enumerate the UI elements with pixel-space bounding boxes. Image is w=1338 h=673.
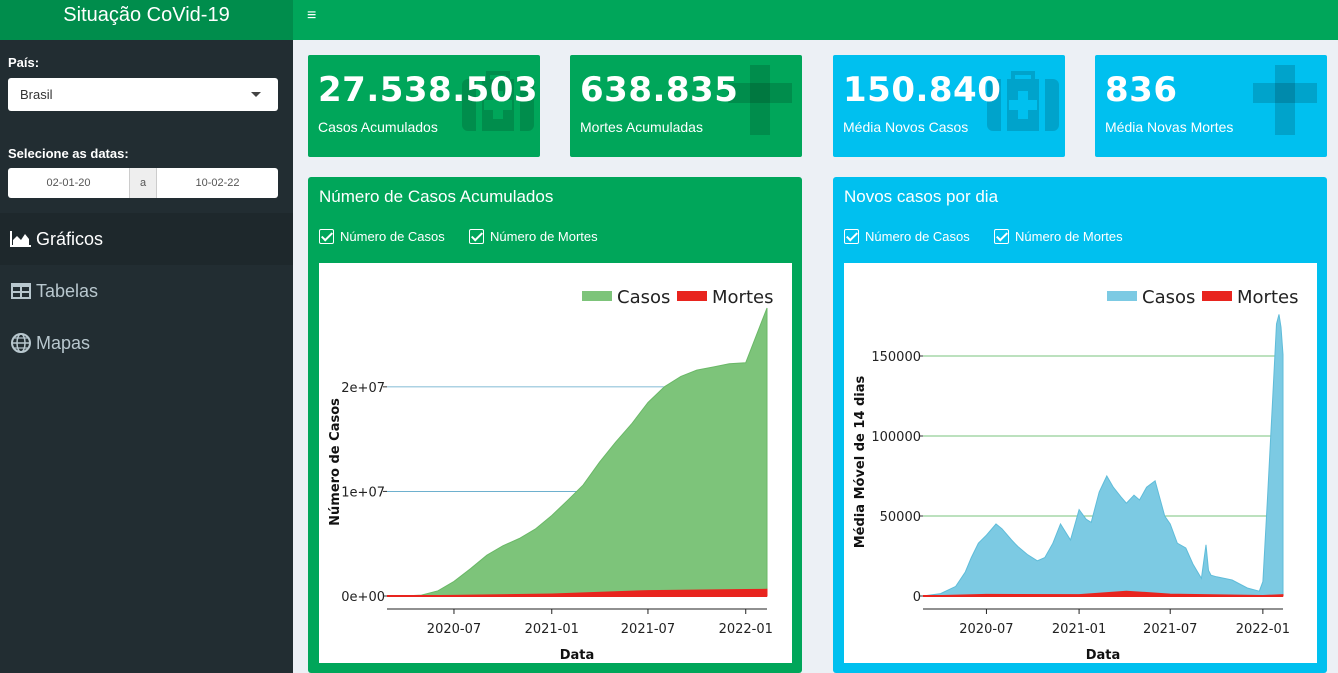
- table-icon: [11, 283, 31, 299]
- checkbox-numero-mortes[interactable]: Número de Mortes: [469, 229, 598, 244]
- value-box-value: 638.835: [580, 70, 739, 110]
- sidebar-item-tabelas[interactable]: Tabelas: [0, 265, 293, 317]
- chart-box-novos-casos: Novos casos por dia Número de Casos Núme…: [833, 177, 1327, 673]
- legend-swatch-casos: [1107, 291, 1137, 301]
- checkbox-checked-icon: [994, 229, 1009, 244]
- sidebar-item-label: Mapas: [36, 333, 91, 353]
- checkbox-label: Número de Mortes: [1015, 229, 1123, 244]
- legend-label-mortes: Mortes: [712, 287, 773, 308]
- value-box-label: Casos Acumulados: [318, 119, 438, 135]
- legend-label-casos: Casos: [1142, 287, 1195, 308]
- sidebar: País: Brasil Selecione as datas: 02-01-2…: [0, 40, 293, 673]
- y-tick-label: 1e+07: [341, 485, 385, 500]
- checkbox-numero-casos[interactable]: Número de Casos: [319, 229, 445, 244]
- value-box-value: 836: [1105, 70, 1178, 110]
- value-box-media-novos-casos: 150.840 Média Novos Casos: [833, 55, 1065, 157]
- value-box-label: Mortes Acumuladas: [580, 119, 703, 135]
- sidebar-item-graficos[interactable]: Gráficos: [0, 213, 293, 265]
- value-box-value: 27.538.503: [318, 70, 539, 110]
- checkbox-numero-casos[interactable]: Número de Casos: [844, 229, 970, 244]
- x-tick-label: 2021-07: [1143, 622, 1197, 637]
- x-tick-label: 2020-07: [427, 622, 481, 637]
- value-box-label: Média Novos Casos: [843, 119, 969, 135]
- hamburger-icon[interactable]: ≡: [307, 7, 316, 25]
- top-navbar: ≡: [293, 0, 1338, 40]
- value-box-media-novas-mortes: 836 Média Novas Mortes: [1095, 55, 1327, 157]
- y-tick-label: 50000: [880, 510, 921, 525]
- checkbox-checked-icon: [844, 229, 859, 244]
- sidebar-item-label: Tabelas: [36, 281, 99, 301]
- x-axis-title: Data: [1086, 648, 1121, 663]
- y-tick-label: 0: [913, 590, 921, 605]
- y-tick-label: 100000: [871, 430, 921, 445]
- globe-icon: [11, 333, 31, 353]
- value-box-casos-acumulados: 27.538.503 Casos Acumulados: [308, 55, 540, 157]
- checkbox-label: Número de Casos: [865, 229, 970, 244]
- chart-plot-casos-acumulados[interactable]: 0e+00 1e+07 2e+07 2020-07 2021-01 2021-07 2022…: [319, 263, 792, 663]
- area-series-casos: [922, 314, 1284, 597]
- chart-box-title: Número de Casos Acumulados: [319, 187, 554, 206]
- value-box-label: Média Novas Mortes: [1105, 119, 1234, 135]
- sidebar-item-label: Gráficos: [36, 229, 104, 249]
- legend-label-mortes: Mortes: [1237, 287, 1298, 308]
- x-tick-label: 2022-01: [719, 622, 773, 637]
- checkbox-checked-icon: [469, 229, 484, 244]
- date-range-input: 02-01-20 a 10-02-22: [8, 168, 278, 198]
- cross-icon: [1253, 65, 1317, 135]
- y-axis-title: Número de Casos: [328, 398, 343, 526]
- x-tick-label: 2021-07: [621, 622, 675, 637]
- legend-label-casos: Casos: [617, 287, 670, 308]
- area-chart-icon: [10, 231, 31, 247]
- x-axis-title: Data: [560, 648, 595, 663]
- country-label: País:: [8, 55, 40, 70]
- chart-svg: 0e+00 1e+07 2e+07 2020-07 2021-01 2021-07 2022…: [328, 287, 773, 663]
- date-separator: a: [129, 168, 157, 198]
- y-tick-label: 0e+00: [341, 590, 385, 605]
- y-tick-label: 2e+07: [341, 381, 385, 396]
- checkbox-label: Número de Casos: [340, 229, 445, 244]
- chart-box-title: Novos casos por dia: [844, 187, 999, 206]
- y-axis-title: Média Móvel de 14 dias: [853, 375, 868, 548]
- sidebar-item-mapas[interactable]: Mapas: [0, 317, 293, 369]
- x-tick-label: 2021-01: [525, 622, 579, 637]
- country-select-value: Brasil: [20, 87, 53, 102]
- legend-swatch-casos: [582, 291, 612, 301]
- checkbox-numero-mortes[interactable]: Número de Mortes: [994, 229, 1123, 244]
- x-tick-label: 2020-07: [959, 622, 1013, 637]
- x-tick-label: 2022-01: [1236, 622, 1290, 637]
- country-select[interactable]: Brasil: [8, 78, 278, 111]
- y-tick-label: 150000: [871, 350, 921, 365]
- area-series-casos: [386, 307, 768, 597]
- dates-label: Selecione as datas:: [8, 146, 129, 161]
- chevron-down-icon: [251, 92, 261, 97]
- date-start-input[interactable]: 02-01-20: [8, 168, 129, 198]
- value-box-value: 150.840: [843, 70, 1002, 110]
- legend-swatch-mortes: [677, 291, 707, 301]
- legend-swatch-mortes: [1202, 291, 1232, 301]
- chart-plot-novos-casos[interactable]: 0 50000 100000 150000 2020-07 2021-01 2021-07 2…: [844, 263, 1317, 663]
- app-title: Situação CoVid-19: [0, 0, 293, 40]
- chart-box-casos-acumulados: Número de Casos Acumulados Número de Cas…: [308, 177, 802, 673]
- checkbox-checked-icon: [319, 229, 334, 244]
- checkbox-label: Número de Mortes: [490, 229, 598, 244]
- x-tick-label: 2021-01: [1052, 622, 1106, 637]
- date-end-input[interactable]: 10-02-22: [157, 168, 278, 198]
- value-box-mortes-acumuladas: 638.835 Mortes Acumuladas: [570, 55, 802, 157]
- chart-svg: 0 50000 100000 150000 2020-07 2021-01 2021-07 2…: [853, 287, 1298, 663]
